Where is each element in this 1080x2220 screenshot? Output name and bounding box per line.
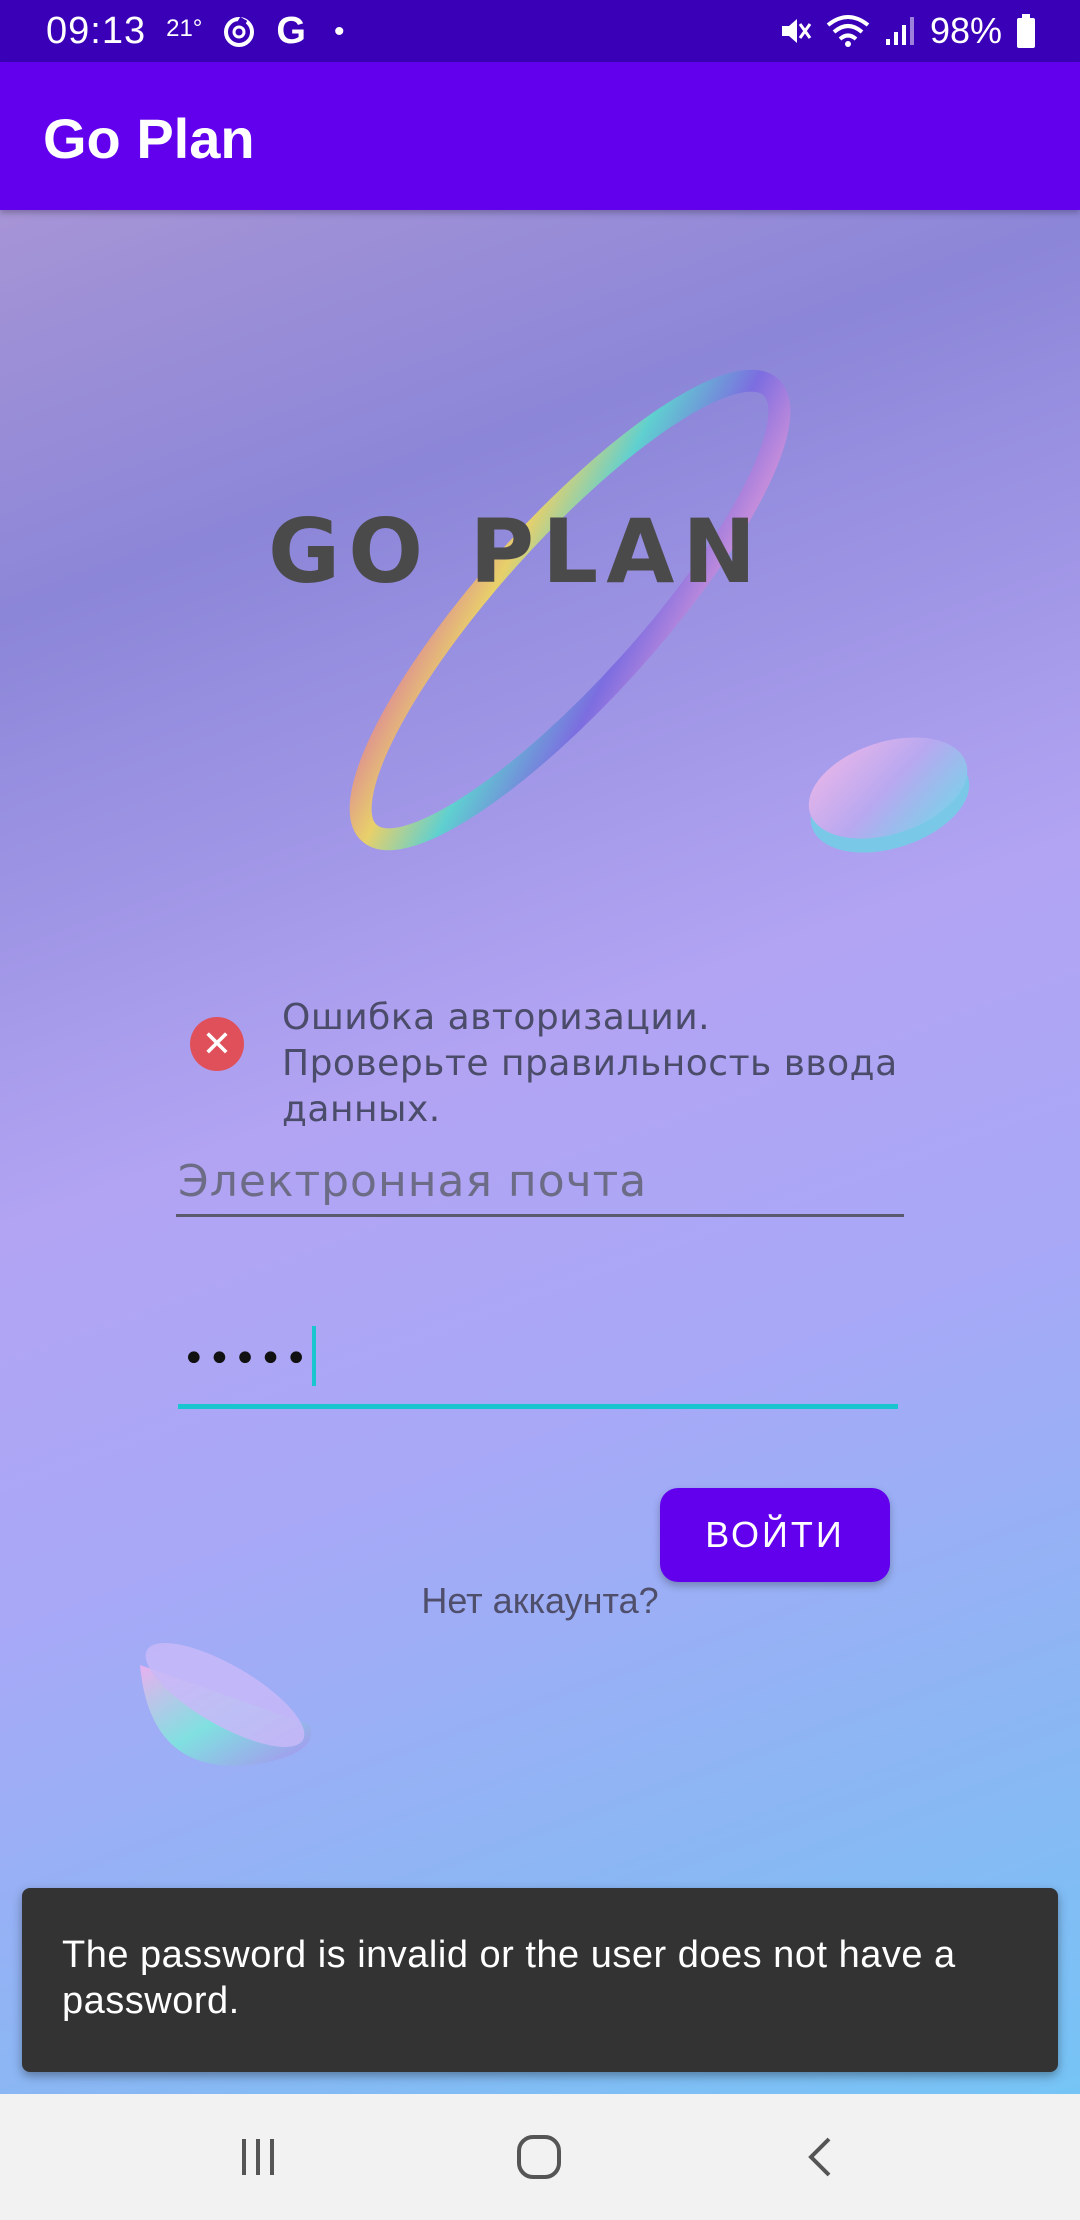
snackbar: The password is invalid or the user does… bbox=[22, 1888, 1058, 2072]
status-bar: 09:13 21° G • 98% bbox=[0, 0, 1080, 62]
text-cursor bbox=[311, 1326, 316, 1386]
login-screen: GO PLAN ✕ Ошибка авторизации. Проверьте … bbox=[0, 210, 1080, 2094]
snackbar-message: The password is invalid or the user does… bbox=[62, 1934, 956, 2022]
password-value: ••••• bbox=[182, 1336, 310, 1382]
app-title: Go Plan bbox=[43, 107, 255, 170]
ring-decoration-icon bbox=[349, 369, 791, 851]
error-icon: ✕ bbox=[190, 1017, 244, 1071]
sync-icon bbox=[222, 15, 256, 49]
login-button[interactable]: ВОЙТИ bbox=[660, 1488, 890, 1582]
password-input[interactable]: ••••• bbox=[182, 1326, 316, 1386]
logo-text: GO PLAN bbox=[268, 500, 764, 603]
home-icon[interactable] bbox=[504, 2124, 574, 2190]
status-temperature: 21° bbox=[166, 14, 203, 42]
wifi-icon bbox=[826, 14, 870, 48]
no-account-link[interactable]: Нет аккаунта? bbox=[0, 1580, 1080, 1622]
navigation-bar bbox=[0, 2094, 1080, 2220]
signal-icon bbox=[884, 15, 916, 47]
app-bar: Go Plan bbox=[0, 62, 1080, 210]
notification-dot: • bbox=[333, 14, 345, 48]
battery-percent: 98% bbox=[929, 10, 1002, 51]
google-icon: G bbox=[276, 10, 306, 52]
email-input[interactable] bbox=[176, 1155, 908, 1208]
password-field[interactable]: ••••• bbox=[178, 1320, 898, 1409]
email-field[interactable] bbox=[176, 1140, 908, 1217]
battery-icon bbox=[1016, 14, 1036, 48]
error-message: Ошибка авторизации. Проверьте правильнос… bbox=[282, 997, 898, 1130]
status-time: 09:13 bbox=[46, 10, 147, 52]
mute-icon bbox=[778, 14, 812, 48]
disc-decoration-icon bbox=[808, 737, 970, 853]
recent-apps-icon[interactable] bbox=[223, 2124, 293, 2190]
back-icon[interactable] bbox=[786, 2124, 856, 2190]
bowl-decoration-icon bbox=[140, 1643, 312, 1766]
